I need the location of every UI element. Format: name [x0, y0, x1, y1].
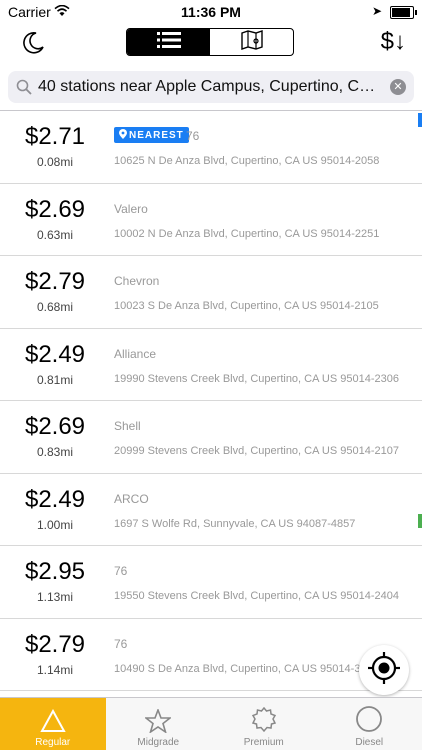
- station-address: 20999 Stevens Creek Blvd, Cupertino, CA …: [114, 445, 399, 457]
- moon-icon[interactable]: [20, 30, 48, 58]
- location-arrow-icon: ➤: [371, 4, 382, 18]
- station-row[interactable]: $2.79 1.14mi 76 10490 S De Anza Blvd, Cu…: [0, 619, 422, 691]
- station-row[interactable]: $2.69 0.83mi Shell 20999 Stevens Creek B…: [0, 401, 422, 474]
- tab-label: Midgrade: [137, 737, 180, 748]
- triangle-icon: [40, 709, 66, 732]
- map-icon: [240, 29, 263, 55]
- station-address: 19550 Stevens Creek Blvd, Cupertino, CA …: [114, 590, 399, 602]
- distance: 0.83mi: [36, 445, 74, 459]
- status-bar: Carrier 11:36 PM ➤: [0, 0, 422, 24]
- distance: 0.08mi: [36, 155, 74, 169]
- station-list[interactable]: $2.71 0.08mi NEAREST 76 10625 N De Anza …: [0, 111, 422, 697]
- station-name: 76: [114, 636, 128, 651]
- price: $2.79: [24, 268, 86, 295]
- distance: 0.81mi: [36, 372, 74, 387]
- station-row[interactable]: $2.79 0.68mi Chevron 10023 S De Anza Blv…: [0, 256, 422, 329]
- station-address: 10490 S De Anza Blvd, Cupertino, CA US 9…: [114, 662, 379, 675]
- station-name: 76: [186, 129, 200, 143]
- price: $2.95: [24, 558, 86, 585]
- station-name: Alliance: [114, 346, 157, 361]
- distance: 1.13mi: [36, 590, 74, 604]
- tab-premium[interactable]: Premium: [211, 698, 317, 750]
- station-address: 19990 Stevens Creek Blvd, Cupertino, CA …: [114, 372, 399, 385]
- price: $2.49: [24, 340, 86, 368]
- distance: 0.68mi: [36, 300, 74, 314]
- scroll-indicator-green: [418, 513, 422, 528]
- locate-me-button[interactable]: [359, 645, 409, 695]
- tab-diesel[interactable]: Diesel: [317, 698, 422, 750]
- star-icon: [145, 709, 172, 733]
- fuel-tab-bar: Regular Midgrade Premium Diesel: [0, 697, 422, 750]
- search-text[interactable]: 40 stations near Apple Campus, Cupertino…: [38, 78, 378, 96]
- badge-icon: [251, 707, 276, 733]
- list-view-tab[interactable]: [127, 29, 210, 55]
- price: $2.69: [24, 195, 86, 223]
- station-address: 10625 N De Anza Blvd, Cupertino, CA US 9…: [114, 155, 380, 167]
- map-view-tab[interactable]: [210, 29, 293, 55]
- tab-label: Premium: [243, 737, 284, 748]
- station-name: 76: [114, 564, 128, 578]
- station-name: ARCO: [114, 491, 149, 506]
- tab-midgrade[interactable]: Midgrade: [106, 698, 212, 750]
- station-name: Valero: [114, 201, 148, 216]
- station-row[interactable]: $2.71 0.08mi NEAREST 76 10625 N De Anza …: [0, 111, 422, 184]
- station-address: 10002 N De Anza Blvd, Cupertino, CA US 9…: [114, 227, 380, 240]
- clear-icon[interactable]: ✕: [390, 79, 406, 95]
- distance: 1.00mi: [36, 517, 74, 532]
- nearest-badge: NEAREST: [114, 127, 189, 143]
- clock-label: 11:36 PM: [181, 4, 241, 20]
- battery-icon: [390, 6, 417, 19]
- price: $2.71: [24, 123, 86, 150]
- scroll-indicator-top: [418, 113, 422, 127]
- circle-icon: [356, 706, 383, 732]
- tab-label: Regular: [35, 737, 71, 748]
- search-field[interactable]: 40 stations near Apple Campus, Cupertino…: [8, 71, 414, 103]
- view-switcher: [126, 28, 294, 56]
- station-row[interactable]: $2.49 1.00mi ARCO 1697 S Wolfe Rd, Sunny…: [0, 474, 422, 546]
- station-row[interactable]: $2.49 0.81mi Alliance 19990 Stevens Cree…: [0, 329, 422, 401]
- price: $2.49: [24, 485, 86, 513]
- nearest-label: NEAREST: [129, 130, 184, 141]
- distance: 1.14mi: [36, 662, 74, 677]
- tab-regular[interactable]: Regular: [0, 698, 106, 750]
- station-row[interactable]: $2.95 1.13mi 76 19550 Stevens Creek Blvd…: [0, 546, 422, 619]
- search-icon: [16, 79, 32, 95]
- sort-price-button[interactable]: $↓: [381, 28, 406, 56]
- distance: 0.63mi: [36, 227, 74, 242]
- price: $2.69: [24, 413, 86, 440]
- list-icon: [156, 31, 181, 54]
- station-address: 1697 S Wolfe Rd, Sunnyvale, CA US 94087-…: [114, 517, 356, 530]
- price: $2.79: [24, 630, 86, 658]
- station-row[interactable]: $2.69 0.63mi Valero 10002 N De Anza Blvd…: [0, 184, 422, 256]
- station-address: 10023 S De Anza Blvd, Cupertino, CA US 9…: [114, 300, 379, 312]
- crosshair-icon: [367, 651, 401, 690]
- pin-icon: [119, 129, 127, 139]
- station-name: Shell: [114, 419, 141, 433]
- station-name: Chevron: [114, 274, 160, 288]
- nav-bar: $↓: [0, 24, 422, 68]
- tab-label: Diesel: [355, 737, 384, 748]
